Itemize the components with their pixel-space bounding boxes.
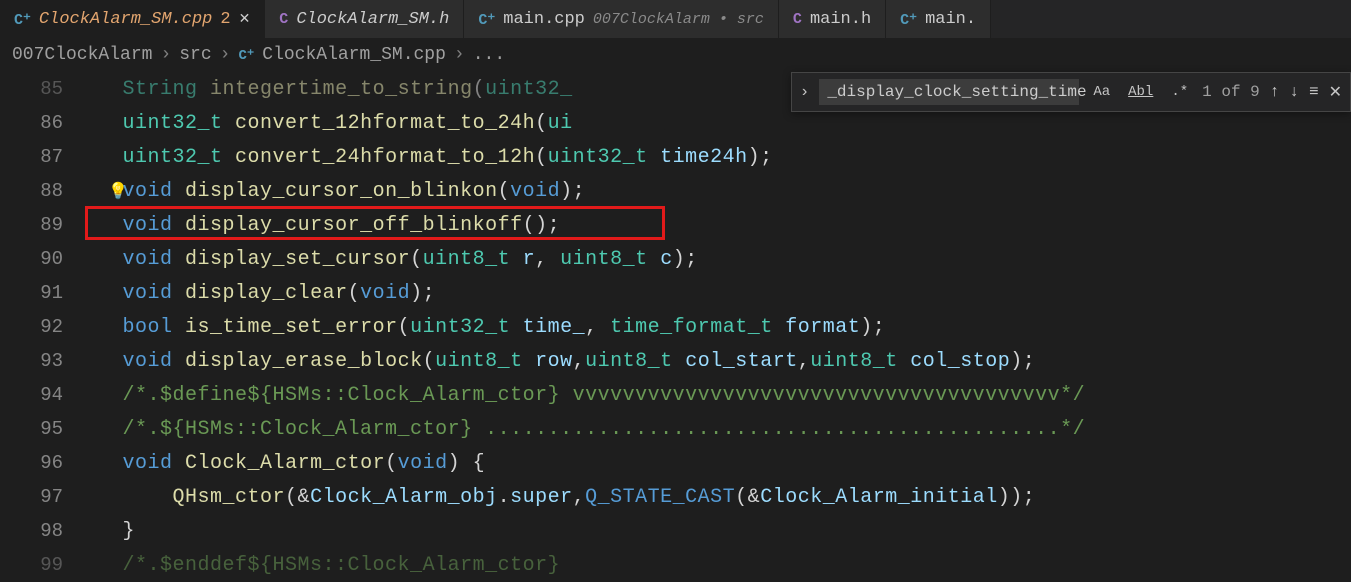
code-line[interactable]: 94 /*.$define${HSMs::Clock_Alarm_ctor} v…: [0, 378, 1351, 412]
code-line[interactable]: 92 bool is_time_set_error(uint32_t time_…: [0, 310, 1351, 344]
line-number: 96: [0, 452, 85, 474]
breadcrumb: 007ClockAlarm › src › C⁺ ClockAlarm_SM.cpp ›..…: [0, 38, 1351, 72]
line-number: 99: [0, 554, 85, 576]
code-line[interactable]: 89 void display_cursor_off_blinkoff();: [0, 208, 1351, 242]
code-content[interactable]: bool is_time_set_error(uint32_t time_, t…: [85, 316, 885, 339]
tab-filename: ClockAlarm_SM.cpp: [39, 10, 212, 29]
tab-filename: main.cpp: [503, 10, 585, 29]
tab-bar: C⁺ ClockAlarm_SM.cpp 2 ✕ C ClockAlarm_SM.h C⁺ m…: [0, 0, 1351, 38]
tab-problems-badge: 2: [220, 10, 230, 29]
code-content[interactable]: void display_clear(void);: [85, 282, 435, 305]
line-number: 89: [0, 214, 85, 236]
tab-filename: main.h: [810, 10, 871, 29]
tab-filename: main.: [925, 10, 976, 29]
code-content[interactable]: /*.${HSMs::Clock_Alarm_ctor} ...........…: [85, 418, 1085, 441]
tab[interactable]: C⁺ ClockAlarm_SM.cpp 2 ✕: [0, 0, 265, 38]
line-number: 90: [0, 248, 85, 270]
tab-description: 007ClockAlarm • src: [593, 11, 764, 28]
line-number: 91: [0, 282, 85, 304]
code-content[interactable]: /*.$enddef${HSMs::Clock_Alarm_ctor}: [85, 554, 573, 577]
code-content[interactable]: QHsm_ctor(&Clock_Alarm_obj.super,Q_STATE…: [85, 486, 1035, 509]
line-number: 85: [0, 78, 85, 100]
line-number: 86: [0, 112, 85, 134]
chevron-right-icon: ›: [220, 45, 231, 65]
code-line[interactable]: 97 QHsm_ctor(&Clock_Alarm_obj.super,Q_ST…: [0, 480, 1351, 514]
line-number: 87: [0, 146, 85, 168]
code-content[interactable]: void display_erase_block(uint8_t row,uin…: [85, 350, 1035, 373]
tab-filename: ClockAlarm_SM.h: [296, 10, 449, 29]
chevron-right-icon: ›: [454, 45, 465, 65]
line-number: 97: [0, 486, 85, 508]
breadcrumb-segment[interactable]: ClockAlarm_SM.cpp: [262, 45, 446, 65]
code-content[interactable]: String integertime_to_string(uint32_: [85, 78, 573, 101]
breadcrumb-segment[interactable]: 007ClockAlarm: [12, 45, 152, 65]
line-number: 98: [0, 520, 85, 542]
c-file-icon: C: [793, 11, 802, 28]
code-line[interactable]: 85 String integertime_to_string(uint32_: [0, 72, 1351, 106]
cpp-file-icon: C⁺: [900, 10, 917, 29]
code-line[interactable]: 96 void Clock_Alarm_ctor(void) {: [0, 446, 1351, 480]
line-number: 93: [0, 350, 85, 372]
breadcrumb-segment[interactable]: src: [179, 45, 211, 65]
tab[interactable]: C⁺ main.cpp 007ClockAlarm • src: [464, 0, 779, 38]
code-line[interactable]: 💡 88 void display_cursor_on_blinkon(void)…: [0, 174, 1351, 208]
line-number: 92: [0, 316, 85, 338]
close-tab-icon[interactable]: ✕: [239, 11, 251, 28]
code-content[interactable]: }: [85, 520, 135, 543]
cpp-file-icon: C⁺: [238, 47, 254, 64]
chevron-right-icon: ›: [160, 45, 171, 65]
code-content[interactable]: uint32_t convert_12hformat_to_24h(ui: [85, 112, 573, 135]
code-content[interactable]: void display_set_cursor(uint8_t r, uint8…: [85, 248, 698, 271]
c-file-icon: C: [279, 11, 288, 28]
line-number: 94: [0, 384, 85, 406]
line-number: 95: [0, 418, 85, 440]
tab[interactable]: C⁺ main.: [886, 0, 991, 38]
editor-area[interactable]: › _display_clock_setting_time Aa Abl .* …: [0, 72, 1351, 582]
code-line[interactable]: 98 }: [0, 514, 1351, 548]
cpp-file-icon: C⁺: [14, 10, 31, 29]
cpp-file-icon: C⁺: [478, 10, 495, 29]
code-line[interactable]: 93 void display_erase_block(uint8_t row,…: [0, 344, 1351, 378]
code-line[interactable]: 99 /*.$enddef${HSMs::Clock_Alarm_ctor}: [0, 548, 1351, 582]
tab[interactable]: Cmain.h: [779, 0, 886, 38]
code-content[interactable]: uint32_t convert_24hformat_to_12h(uint32…: [85, 146, 773, 169]
code-content[interactable]: void display_cursor_off_blinkoff();: [85, 214, 560, 237]
code-line[interactable]: 87 uint32_t convert_24hformat_to_12h(uin…: [0, 140, 1351, 174]
tab[interactable]: C ClockAlarm_SM.h: [265, 0, 464, 38]
code-content[interactable]: void display_cursor_on_blinkon(void);: [85, 180, 585, 203]
code-content[interactable]: /*.$define${HSMs::Clock_Alarm_ctor} vvvv…: [85, 384, 1085, 407]
breadcrumb-segment[interactable]: ...: [473, 45, 505, 65]
code-content[interactable]: void Clock_Alarm_ctor(void) {: [85, 452, 485, 475]
code-line[interactable]: 95 /*.${HSMs::Clock_Alarm_ctor} ........…: [0, 412, 1351, 446]
code-line[interactable]: 90 void display_set_cursor(uint8_t r, ui…: [0, 242, 1351, 276]
line-number: 88: [0, 180, 85, 202]
code-line[interactable]: 91 void display_clear(void);: [0, 276, 1351, 310]
lightbulb-icon[interactable]: 💡: [108, 181, 128, 201]
